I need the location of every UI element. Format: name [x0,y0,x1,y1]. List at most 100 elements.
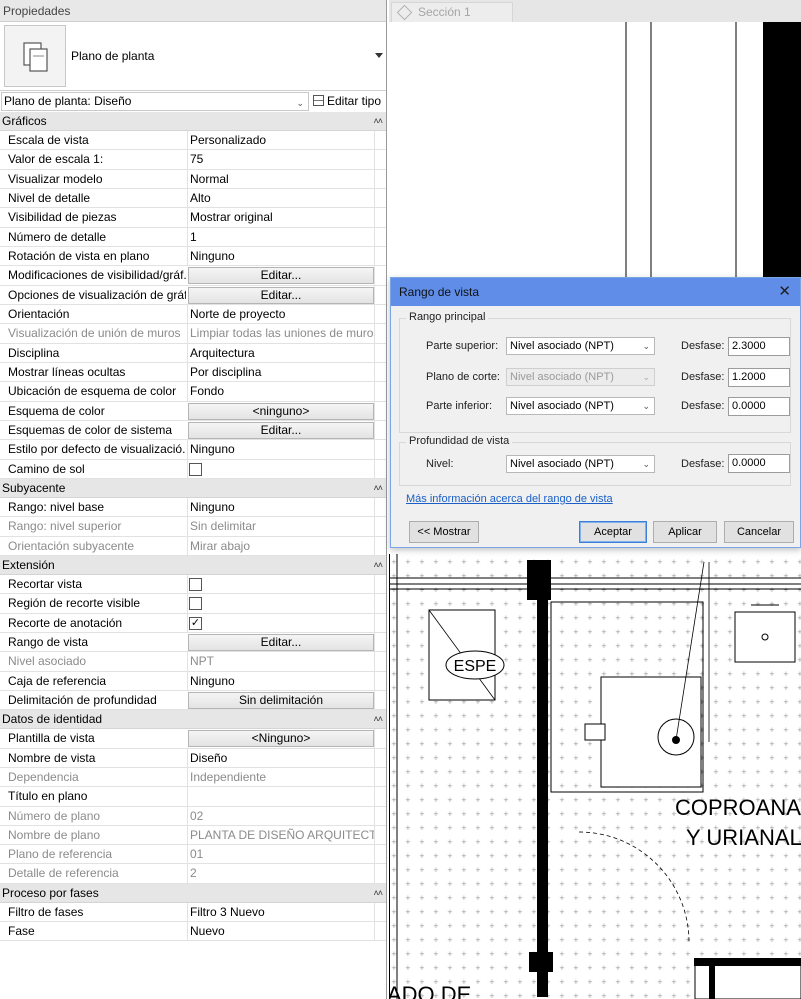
property-value[interactable]: Ninguno [187,497,374,517]
type-dropdown-arrow-icon[interactable] [375,53,383,58]
cut-plane-select[interactable]: Nivel asociado (NPT) ⌄ [506,368,655,386]
property-row: Mostrar líneas ocultas Por disciplina [0,362,386,383]
instance-filter-select[interactable]: Plano de planta: Diseño ⌄ [1,92,309,111]
collapse-icon[interactable]: ˄˄ [373,884,382,903]
top-level-label: Parte superior: [426,340,499,352]
property-label: Dependencia [8,769,79,784]
property-value: Independiente [187,767,374,787]
checkbox-checked[interactable]: ✓ [189,616,202,630]
property-value[interactable]: Ninguno [187,440,374,459]
property-row-end [374,343,386,362]
room-label-bottom: ADO DE [389,982,471,999]
property-edit-button[interactable]: Sin delimitación [188,691,374,709]
section-title: Gráficos [2,114,47,128]
section-header[interactable]: Subyacente ˄˄ [0,478,386,498]
type-selector[interactable]: Plano de planta [0,22,386,91]
section-title: Proceso por fases [2,885,99,900]
instance-row: Plano de planta: Diseño ⌄ Editar tipo [0,91,386,112]
cancel-button[interactable]: Cancelar [724,521,794,543]
room-label-espe: ESPE [454,658,497,675]
section-title: Datos de identidad [2,712,103,727]
property-value[interactable]: Personalizado [187,131,374,150]
property-row: Caja de referencia Ninguno [0,671,386,691]
property-label: Estilo por defecto de visualizació... [8,442,186,457]
more-info-link[interactable]: Más información acerca del rango de vist… [406,493,613,505]
tab-seccion-1[interactable]: Sección 1 [391,2,513,22]
property-row: Delimitación de profundidad Sin delimitac… [0,690,386,711]
collapse-icon[interactable]: ˄˄ [373,112,382,131]
property-row-end [374,574,386,594]
property-value[interactable]: Norte de proyecto [187,304,374,324]
property-value[interactable]: Fondo [187,382,374,401]
checkbox[interactable] [189,597,202,611]
property-label: Nivel asociado [8,654,87,669]
room-label-coproanal: COPROANAL [675,795,801,820]
property-value[interactable]: Ninguno [187,671,374,690]
ok-button[interactable]: Aceptar [579,521,647,543]
property-label: Número de plano [8,808,101,823]
property-value[interactable]: Filtro 3 Nuevo [187,902,374,922]
property-label: Recorte de anotación [8,615,123,630]
show-button[interactable]: << Mostrar [409,521,479,543]
property-value[interactable]: Normal [187,169,374,188]
collapse-icon[interactable]: ˄˄ [373,710,382,729]
property-label: Región de recorte visible [8,596,141,611]
cut-offset-input[interactable]: 1.2000 [728,368,790,387]
apply-button[interactable]: Aplicar [653,521,717,543]
chevron-down-icon: ⌄ [642,372,650,382]
depth-level-select[interactable]: Nivel asociado (NPT) ⌄ [506,455,655,473]
property-edit-button[interactable]: Editar... [188,633,374,651]
depth-level-value: Nivel asociado (NPT) [510,458,614,470]
property-row: Rango: nivel base Ninguno [0,497,386,518]
property-edit-button[interactable]: <ninguno> [188,402,374,420]
property-row: Visualizar modelo Normal [0,169,386,189]
property-edit-button[interactable]: <Ninguno> [188,730,374,748]
checkbox[interactable] [189,577,202,591]
collapse-icon[interactable]: ˄˄ [373,556,382,575]
property-row: Nombre de vista Diseño [0,748,386,768]
property-label: Nombre de vista [8,750,96,765]
section-header[interactable]: Gráficos ˄˄ [0,112,386,131]
property-value[interactable]: 1 [187,227,374,246]
close-icon[interactable]: ✕ [778,278,791,306]
property-value[interactable]: Diseño [187,748,374,767]
property-edit-button[interactable]: Editar... [188,267,374,285]
depth-offset-input[interactable]: 0.0000 [728,454,790,473]
property-value[interactable] [187,787,374,806]
property-row: Fase Nuevo [0,922,386,942]
property-row: Dependencia Independiente [0,767,386,788]
property-row-end [374,767,386,787]
bottom-offset-input[interactable]: 0.0000 [728,397,790,416]
property-value[interactable]: 75 [187,150,374,169]
property-value[interactable]: Arquitectura [187,343,374,362]
top-level-select[interactable]: Nivel asociado (NPT) ⌄ [506,337,655,355]
property-value[interactable]: Ninguno [187,246,374,266]
top-offset-input[interactable]: 2.3000 [728,337,790,356]
property-label: Fase [8,924,35,939]
property-value[interactable]: Alto [187,188,374,208]
collapse-icon[interactable]: ˄˄ [373,479,382,498]
checkbox[interactable] [189,462,202,476]
section-header[interactable]: Extensión ˄˄ [0,555,386,575]
property-row: Valor de escala 1: 75 [0,150,386,170]
property-edit-button[interactable]: Editar... [188,421,374,439]
chevron-down-icon: ⌄ [642,341,650,351]
view-tab-bar: Sección 1 [389,0,801,22]
property-value[interactable]: Nuevo [187,922,374,941]
property-row-end [374,401,386,420]
property-row: Rango: nivel superior Sin delimitar [0,517,386,537]
property-value[interactable]: Mostrar original [187,208,374,227]
property-value: 2 [187,864,374,883]
bottom-level-value: Nivel asociado (NPT) [510,400,614,412]
bottom-level-select[interactable]: Nivel asociado (NPT) ⌄ [506,397,655,415]
property-row: Región de recorte visible [0,594,386,614]
property-value: 02 [187,806,374,825]
section-header[interactable]: Proceso por fases ˄˄ [0,883,386,903]
dialog-title-bar[interactable]: Rango de vista ✕ [391,278,800,306]
section-header[interactable]: Datos de identidad ˄˄ [0,710,386,730]
property-label: Filtro de fases [8,904,84,919]
property-edit-button[interactable]: Editar... [188,286,374,304]
edit-type-button[interactable]: Editar tipo [313,92,385,111]
property-value[interactable]: Por disciplina [187,362,374,382]
property-row: Rango de vista Editar... [0,632,386,653]
